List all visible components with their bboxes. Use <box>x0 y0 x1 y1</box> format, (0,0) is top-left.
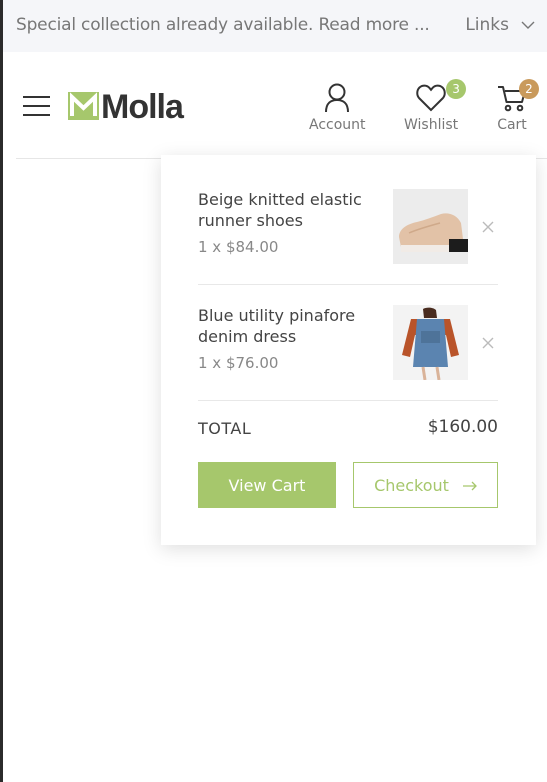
site-logo[interactable]: Molla <box>68 88 184 127</box>
hamburger-icon[interactable] <box>23 95 50 117</box>
cart-dropdown: Beige knitted elastic runner shoes 1 x $… <box>161 155 536 545</box>
cart-item-name[interactable]: Blue utility pinafore denim dress <box>198 305 383 347</box>
site-header: Molla Account 3 Wishlist 2 Cart <box>3 52 547 158</box>
user-icon <box>324 82 350 114</box>
heart-icon: 3 <box>416 79 467 114</box>
arrow-right-icon <box>462 476 477 495</box>
links-label: Links <box>465 15 509 35</box>
announcement-text[interactable]: Special collection already available. Re… <box>16 15 430 35</box>
checkout-button[interactable]: Checkout <box>353 462 498 508</box>
denim-dress-image[interactable] <box>393 305 468 380</box>
account-label: Account <box>309 117 366 133</box>
item-divider <box>198 284 498 285</box>
view-cart-label: View Cart <box>228 475 306 495</box>
cart-count-badge: 2 <box>519 79 539 99</box>
cart-icon: 2 <box>497 79 539 114</box>
checkout-label: Checkout <box>374 475 449 495</box>
cart-link[interactable]: 2 Cart <box>497 79 539 133</box>
close-icon[interactable] <box>480 335 496 351</box>
total-value: $160.00 <box>427 417 498 437</box>
wishlist-link[interactable]: 3 Wishlist <box>404 79 467 133</box>
cart-item-quantity-price: 1 x $84.00 <box>198 238 279 256</box>
cart-item: Blue utility pinafore denim dress 1 x $7… <box>198 305 498 401</box>
cart-item-name[interactable]: Beige knitted elastic runner shoes <box>198 189 383 231</box>
wishlist-count-badge: 3 <box>446 79 467 99</box>
cart-item-quantity-price: 1 x $76.00 <box>198 354 279 372</box>
close-icon[interactable] <box>480 219 496 235</box>
beige-shoe-image[interactable] <box>393 189 468 264</box>
logo-mark-icon <box>68 91 99 124</box>
cart-item: Beige knitted elastic runner shoes 1 x $… <box>198 189 498 285</box>
cart-label: Cart <box>497 117 527 133</box>
view-cart-button[interactable]: View Cart <box>198 462 336 508</box>
top-announcement-bar: Special collection already available. Re… <box>3 0 547 52</box>
item-divider <box>198 400 498 401</box>
logo-text: Molla <box>101 88 184 126</box>
links-dropdown[interactable]: Links <box>465 15 535 35</box>
chevron-down-icon <box>521 21 535 30</box>
total-label: TOTAL <box>198 419 252 438</box>
account-link[interactable]: Account <box>309 82 366 133</box>
wishlist-label: Wishlist <box>404 117 459 133</box>
